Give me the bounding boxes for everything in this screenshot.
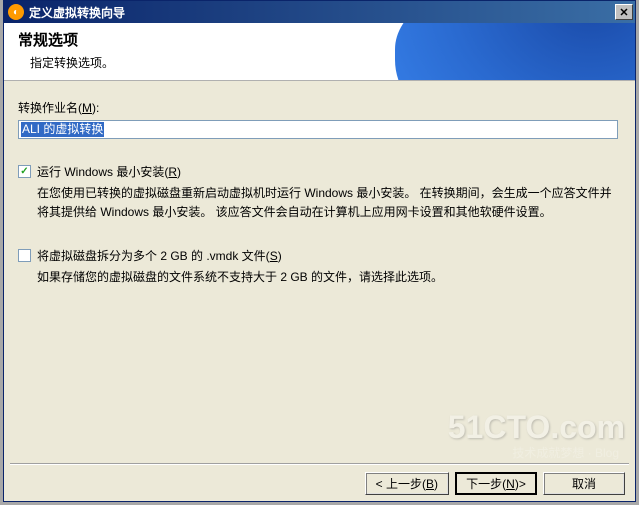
conversion-job-value: ALI 的虚拟转换	[21, 122, 104, 137]
opt2-label-post: )	[278, 249, 282, 263]
next-post: )>	[515, 477, 526, 491]
opt1-label-pre: 运行 Windows 最小安装(	[37, 165, 168, 179]
conversion-job-field: 转换作业名(M): ALI 的虚拟转换	[18, 99, 621, 139]
label-hotkey: M	[82, 101, 92, 115]
app-icon: ◐	[8, 4, 24, 20]
titlebar: ◐ 定义虚拟转换向导 ✕	[4, 1, 635, 23]
cancel-button[interactable]: 取消	[543, 472, 625, 495]
button-separator	[10, 463, 629, 465]
opt2-hotkey: S	[270, 249, 278, 263]
back-button[interactable]: < 上一步(B)	[365, 472, 449, 495]
back-hotkey: B	[426, 477, 434, 491]
close-button[interactable]: ✕	[615, 4, 633, 20]
button-row: < 上一步(B) 下一步(N)> 取消	[365, 466, 625, 495]
content-area: 转换作业名(M): ALI 的虚拟转换 运行 Windows 最小安装(R) 在…	[4, 81, 635, 469]
label-text-post: ):	[92, 101, 99, 115]
back-pre: < 上一步(	[376, 475, 426, 492]
wizard-window: ◐ 定义虚拟转换向导 ✕ 常规选项 指定转换选项。 转换作业名(M): ALI …	[3, 0, 636, 502]
opt1-label-post: )	[177, 165, 181, 179]
split-vmdk-label[interactable]: 将虚拟磁盘拆分为多个 2 GB 的 .vmdk 文件(S)	[37, 247, 282, 264]
option-split-vmdk: 将虚拟磁盘拆分为多个 2 GB 的 .vmdk 文件(S) 如果存储您的虚拟磁盘…	[18, 247, 621, 287]
run-mini-setup-label[interactable]: 运行 Windows 最小安装(R)	[37, 163, 181, 180]
back-post: )	[434, 477, 438, 491]
label-text-pre: 转换作业名(	[18, 101, 82, 115]
opt1-hotkey: R	[168, 165, 177, 179]
opt2-label-pre: 将虚拟磁盘拆分为多个 2 GB 的 .vmdk 文件(	[37, 249, 270, 263]
conversion-job-input[interactable]: ALI 的虚拟转换	[18, 120, 618, 139]
run-mini-setup-description: 在您使用已转换的虚拟磁盘重新启动虚拟机时运行 Windows 最小安装。 在转换…	[37, 184, 621, 221]
split-vmdk-description: 如果存储您的虚拟磁盘的文件系统不支持大于 2 GB 的文件，请选择此选项。	[37, 268, 621, 287]
run-mini-setup-checkbox[interactable]	[18, 165, 31, 178]
split-vmdk-checkbox[interactable]	[18, 249, 31, 262]
option-run-mini-setup: 运行 Windows 最小安装(R) 在您使用已转换的虚拟磁盘重新启动虚拟机时运…	[18, 163, 621, 221]
next-button[interactable]: 下一步(N)>	[455, 472, 537, 495]
header-decoration	[395, 23, 635, 81]
conversion-job-label: 转换作业名(M):	[18, 99, 621, 116]
next-pre: 下一步(	[466, 475, 506, 492]
header-band: 常规选项 指定转换选项。	[4, 23, 635, 81]
window-title: 定义虚拟转换向导	[29, 4, 615, 21]
next-hotkey: N	[506, 477, 515, 491]
